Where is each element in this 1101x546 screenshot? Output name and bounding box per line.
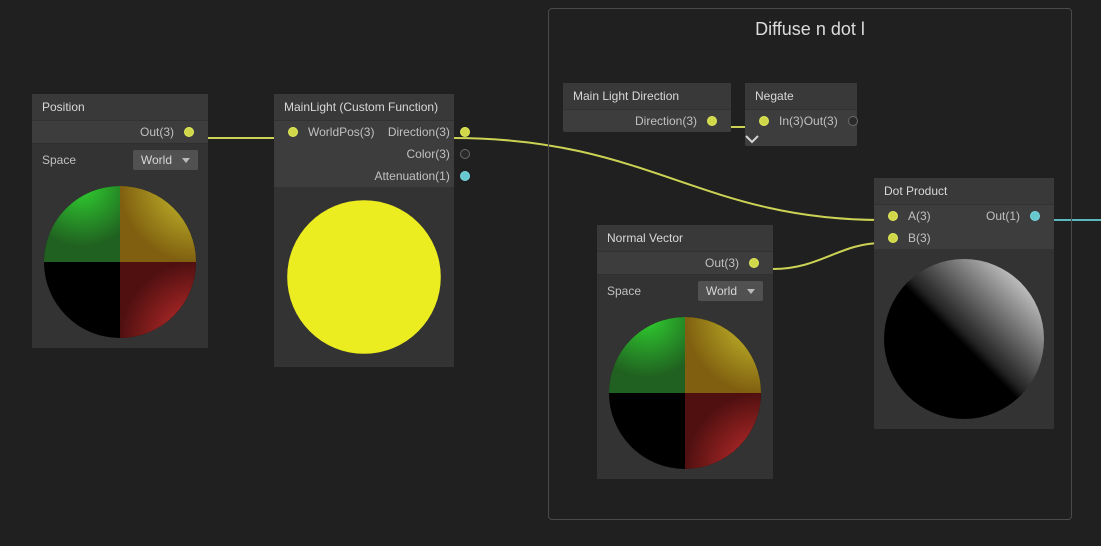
preview (32, 176, 208, 348)
port-dot-icon[interactable] (848, 116, 858, 126)
port-out-direction[interactable]: Direction(3) (374, 121, 473, 143)
port-label: Color(3) (407, 147, 450, 161)
port-out-direction[interactable]: Direction(3) (563, 110, 721, 132)
node-mainlight[interactable]: MainLight (Custom Function) WorldPos(3) … (274, 94, 454, 367)
port-label: Direction(3) (635, 114, 697, 128)
node-header: Normal Vector (597, 225, 773, 252)
dropdown-value: World (706, 284, 737, 298)
chevron-down-icon (747, 289, 755, 294)
node-header: Dot Product (874, 178, 1054, 205)
port-dot-icon[interactable] (460, 171, 470, 181)
dropdown-value: World (141, 153, 172, 167)
port-dot-icon[interactable] (288, 127, 298, 137)
port-label: B(3) (908, 231, 931, 245)
port-dot-icon[interactable] (888, 233, 898, 243)
preview (274, 187, 454, 367)
port-in[interactable]: In(3) (755, 110, 804, 132)
port-label: WorldPos(3) (308, 125, 374, 139)
property-label: Space (42, 153, 133, 167)
space-dropdown[interactable]: World (698, 281, 763, 301)
port-label: A(3) (908, 209, 931, 223)
chevron-down-icon (182, 158, 190, 163)
port-label: Attenuation(1) (374, 169, 449, 183)
port-out[interactable]: Out(3) (597, 252, 763, 274)
node-main-light-direction[interactable]: Main Light Direction Direction(3) (563, 83, 731, 132)
port-label: Out(1) (986, 209, 1020, 223)
node-header: Position (32, 94, 208, 121)
port-label: Out(3) (705, 256, 739, 270)
port-in-a[interactable]: A(3) (884, 205, 964, 227)
port-out-attenuation[interactable]: Attenuation(1) (374, 165, 473, 187)
property-space: Space World (597, 274, 773, 307)
property-label: Space (607, 284, 698, 298)
port-dot-icon[interactable] (460, 149, 470, 159)
port-out[interactable]: Out(1) (964, 205, 1044, 227)
node-header: Main Light Direction (563, 83, 731, 110)
node-header: MainLight (Custom Function) (274, 94, 454, 121)
space-dropdown[interactable]: World (133, 150, 198, 170)
node-header: Negate (745, 83, 857, 110)
group-title: Diffuse n dot l (549, 9, 1071, 50)
port-dot-icon[interactable] (888, 211, 898, 221)
port-dot-icon[interactable] (460, 127, 470, 137)
port-out[interactable]: Out(3) (32, 121, 198, 143)
port-dot-icon[interactable] (1030, 211, 1040, 221)
node-normal-vector[interactable]: Normal Vector Out(3) Space World (597, 225, 773, 479)
port-label: Direction(3) (388, 125, 450, 139)
port-in-b[interactable]: B(3) (884, 227, 964, 249)
port-label: In(3) (779, 114, 804, 128)
chevron-down-icon (745, 134, 759, 144)
port-in-worldpos[interactable]: WorldPos(3) (284, 121, 374, 143)
preview (597, 307, 773, 479)
port-out[interactable]: Out(3) (804, 110, 862, 132)
port-out-color[interactable]: Color(3) (374, 143, 473, 165)
preview (874, 249, 1054, 429)
port-label: Out(3) (140, 125, 174, 139)
port-dot-icon[interactable] (184, 127, 194, 137)
port-dot-icon[interactable] (759, 116, 769, 126)
node-position[interactable]: Position Out(3) Space World (32, 94, 208, 348)
port-dot-icon[interactable] (707, 116, 717, 126)
node-dot-product[interactable]: Dot Product A(3) B(3) Out(1) (874, 178, 1054, 429)
node-negate[interactable]: Negate In(3) Out(3) (745, 83, 857, 146)
port-label: Out(3) (804, 114, 838, 128)
property-space: Space World (32, 143, 208, 176)
expand-toggle[interactable] (745, 132, 857, 146)
port-dot-icon[interactable] (749, 258, 759, 268)
